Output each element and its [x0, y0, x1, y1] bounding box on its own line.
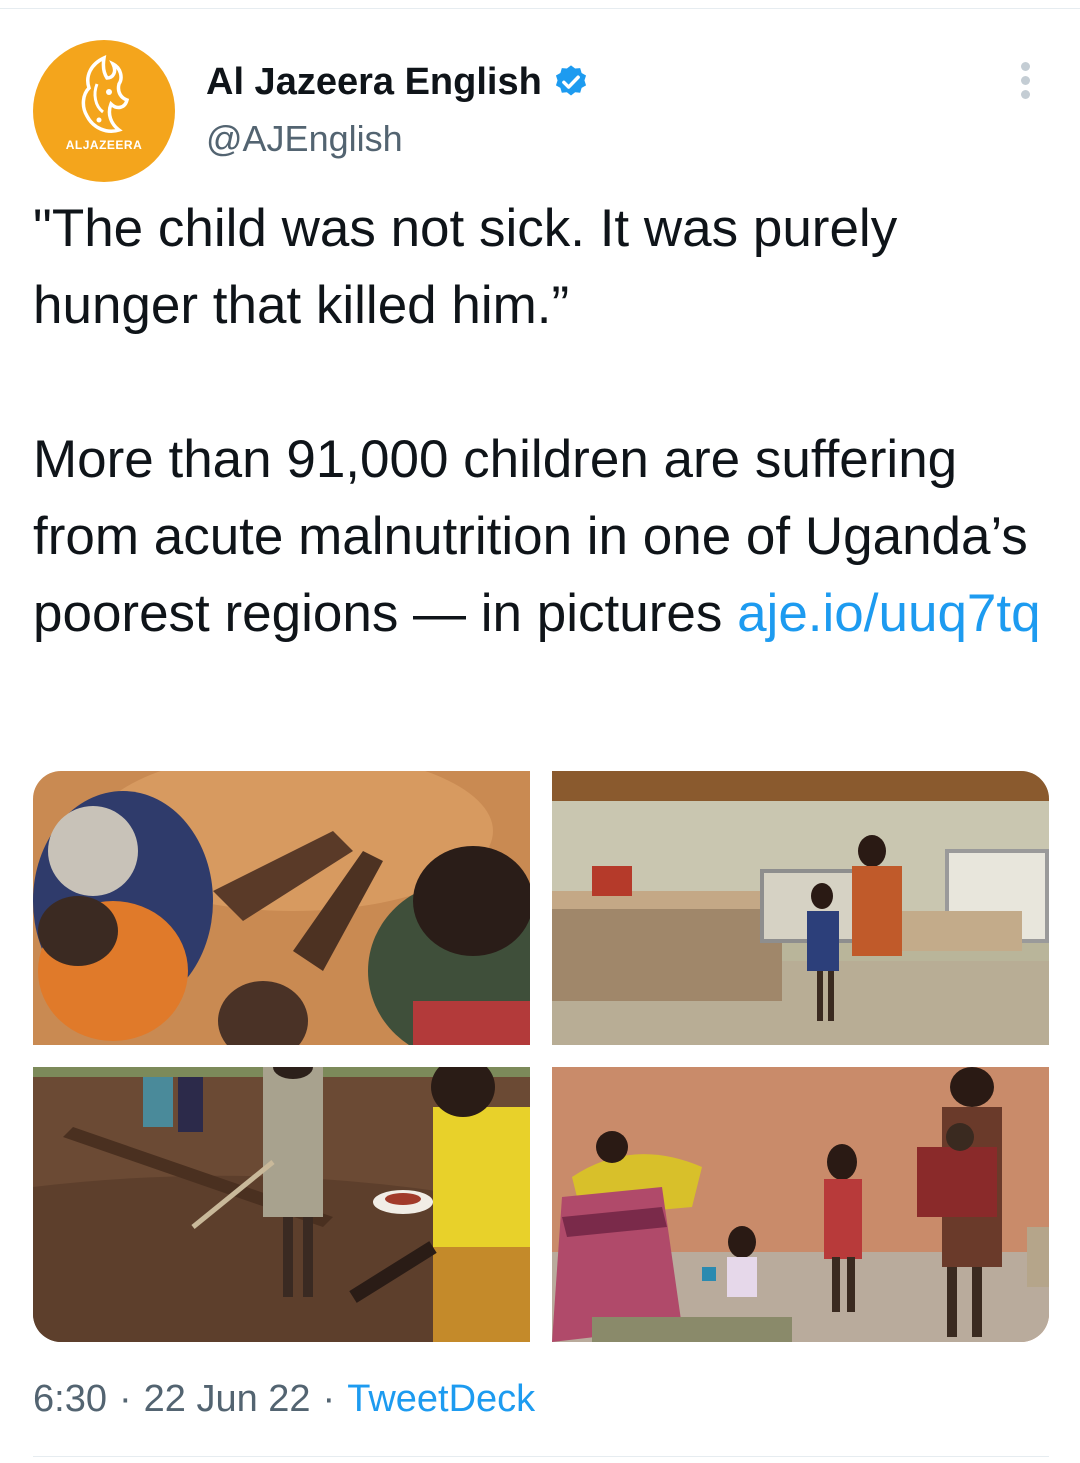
meta-separator: ·	[322, 1378, 336, 1420]
tweet-link[interactable]: aje.io/uuq7tq	[737, 584, 1041, 643]
meta-separator: ·	[118, 1378, 132, 1420]
author-handle[interactable]: @AJEnglish	[206, 118, 403, 160]
photo-women-children-courtyard-icon	[552, 1067, 1049, 1342]
photo-children-seated-ground-icon	[33, 771, 530, 1045]
tweet-meta: 6:30 · 22 Jun 22 · TweetDeck	[33, 1378, 535, 1421]
tweet-quote: "The child was not sick. It was purely h…	[33, 199, 898, 335]
author-name-row[interactable]: Al Jazeera English	[206, 56, 590, 108]
display-name[interactable]: Al Jazeera English	[206, 61, 542, 104]
avatar[interactable]: ALJAZEERA	[33, 40, 175, 182]
aljazeera-logo-icon	[81, 55, 130, 133]
photo-field-planting-icon	[33, 1067, 530, 1342]
tweet-date[interactable]: 22 Jun 22	[144, 1378, 311, 1421]
avatar-logo-text: ALJAZEERA	[65, 138, 143, 152]
tweet-body: More than 91,000 children are suffering …	[33, 421, 1053, 652]
bottom-divider	[33, 1456, 1049, 1457]
more-options-icon[interactable]	[1012, 62, 1038, 102]
media-photo-1[interactable]	[33, 771, 530, 1045]
media-photo-2[interactable]	[552, 771, 1049, 1045]
top-divider	[0, 0, 1080, 9]
tweet-time[interactable]: 6:30	[33, 1378, 107, 1421]
photo-hospital-ward-beds-icon	[552, 771, 1049, 1045]
tweet-text: "The child was not sick. It was purely h…	[33, 190, 1053, 652]
media-photo-4[interactable]	[552, 1067, 1049, 1342]
media-photo-3[interactable]	[33, 1067, 530, 1342]
verified-badge-icon	[555, 65, 586, 96]
tweet-source[interactable]: TweetDeck	[347, 1378, 535, 1421]
media-grid	[33, 771, 1049, 1342]
